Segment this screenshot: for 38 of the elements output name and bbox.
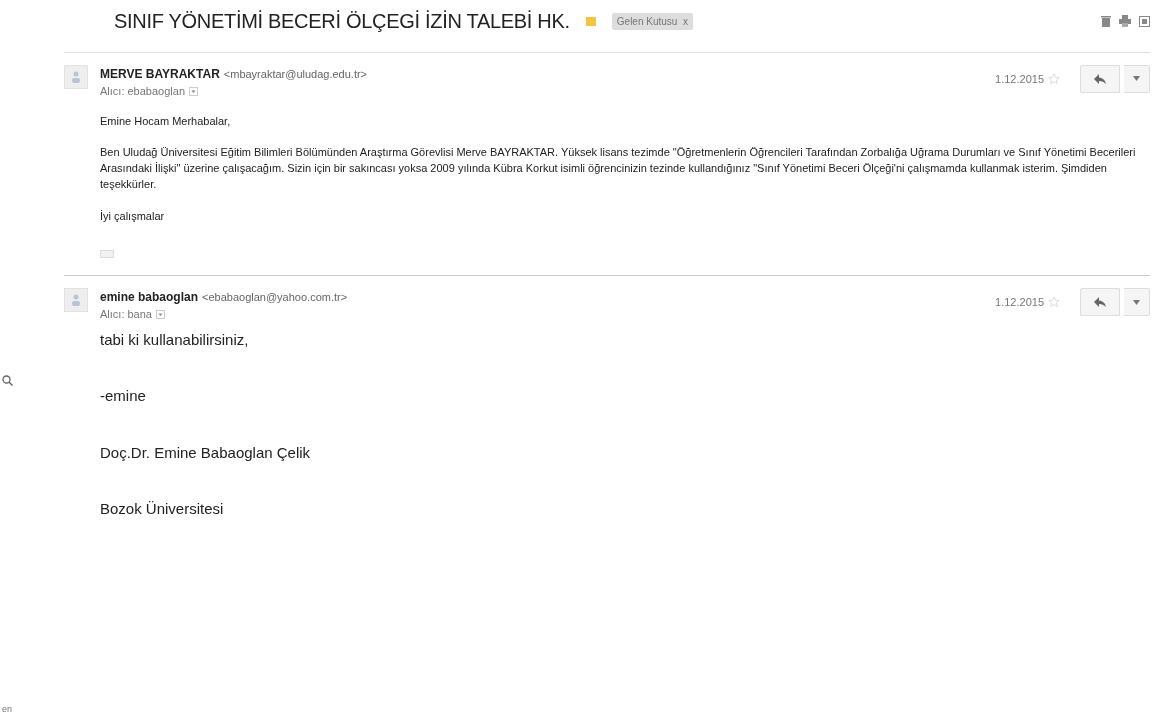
dropdown-icon[interactable] (189, 86, 198, 96)
importance-marker[interactable] (585, 16, 596, 26)
new-window-icon[interactable] (1139, 15, 1150, 27)
avatar-icon (64, 288, 88, 313)
language-text: en (2, 702, 13, 716)
message-paragraph: -emine (100, 386, 147, 407)
print-icon[interactable] (1119, 15, 1131, 27)
dropdown-icon[interactable] (156, 309, 165, 319)
reply-button[interactable] (1080, 288, 1120, 317)
sender-name: MERVE BAYRAKTAR (100, 66, 220, 83)
sender-name: emine babaoglan (100, 289, 199, 307)
email-subject: SINIF YÖNETİMİ BECERİ ÖLÇEGİ İZİN TALEBİ HK. (114, 9, 570, 34)
message-paragraph: Emine Hocam Merhabalar, (100, 113, 232, 129)
trimmed-content-button[interactable] (100, 250, 114, 259)
recipient-text: Alıcı: ebabaoglan (100, 84, 185, 99)
trash-icon[interactable] (1101, 15, 1111, 27)
more-button[interactable] (1124, 65, 1150, 93)
message-date: 1.12.2015 (995, 71, 1044, 87)
more-button[interactable] (1124, 288, 1150, 317)
search-icon[interactable] (2, 375, 13, 386)
sender-email: <ebabaoglan@yahoo.com.tr> (202, 290, 348, 306)
star-icon[interactable] (1048, 73, 1060, 85)
caret-icon (1133, 76, 1140, 82)
message-paragraph: Bozok Üniversitesi (100, 499, 225, 520)
avatar-icon (64, 65, 88, 89)
recipient-text: Alıcı: bana (100, 307, 152, 323)
message-date: 1.12.2015 (995, 294, 1044, 310)
reply-button[interactable] (1080, 65, 1120, 93)
message-paragraph: Ben Uludağ Üniversitesi Eğitim Bilimleri Bölümünden Araştırma Görevlisi Merve BAYRAKTAR. Yüksek lisans tezimde "Öğretmenlerin Öğrencileri Tarafından Zorbalığa Uğrama Durumları ve Sınıf Yönetimi Becerileri Arasındaki İlişki" üzerine çalışacağım. Sizin için bir sakıncası yoksa 2009 yılında Kübra Korkut isimli öğrencinizin tezinde kullandığınız "Sınıf Yönetimi Beceri Ölçeği'ni çalışmamda kullanmak isterim. Şimdiden teşekkürler. (100, 145, 1137, 193)
caret-icon (1133, 299, 1140, 305)
message-paragraph: Doç.Dr. Emine Babaoglan Çelik (100, 442, 312, 463)
reply-icon (1094, 297, 1106, 308)
message-paragraph: tabi ki kullanabilirsiniz, (100, 329, 250, 350)
reply-icon (1094, 74, 1106, 84)
inbox-label[interactable]: Gelen Kutusu x (611, 12, 693, 30)
message-paragraph: İyi çalışmalar (100, 209, 166, 225)
sender-email: <mbayraktar@uludag.edu.tr> (223, 67, 368, 82)
star-icon[interactable] (1048, 296, 1060, 309)
